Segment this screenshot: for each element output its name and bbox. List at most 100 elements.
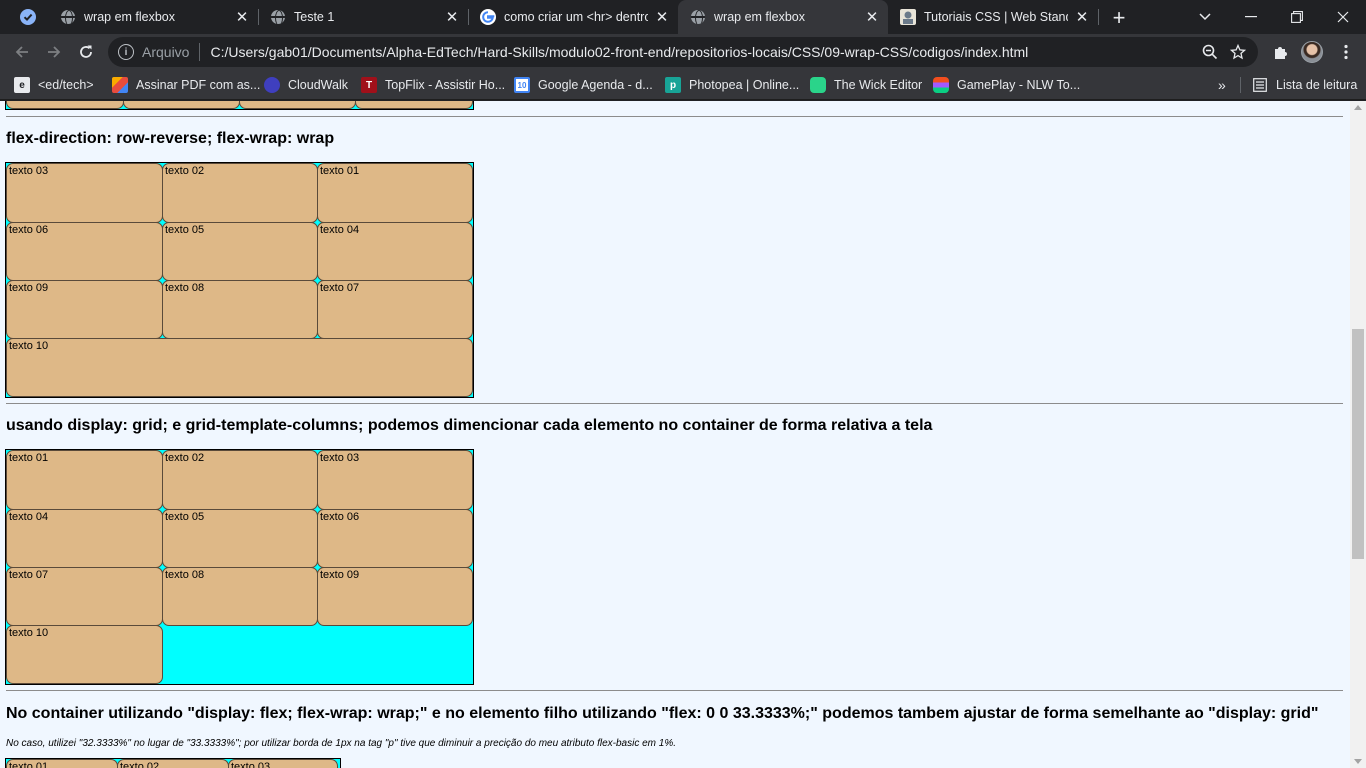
bookmark-topflix[interactable]: T TopFlix - Assistir Ho...: [361, 75, 505, 95]
close-icon[interactable]: ✕: [234, 9, 250, 26]
section-heading-row-reverse: flex-direction: row-reverse; flex-wrap: …: [6, 130, 335, 147]
bookmark-label: GamePlay - NLW To...: [957, 78, 1081, 92]
grid-item: texto 01: [6, 450, 163, 510]
reload-button[interactable]: [72, 38, 100, 66]
address-bar[interactable]: i Arquivo C:/Users/gab01/Documents/Alpha…: [108, 37, 1258, 67]
bookmarks-overflow-chevron-icon[interactable]: »: [1218, 75, 1226, 95]
bookmark-edtech[interactable]: e <ed/tech>: [14, 75, 94, 95]
divider: [6, 690, 1343, 691]
bookmark-cloudwalk[interactable]: CloudWalk: [264, 75, 348, 95]
menu-kebab-icon[interactable]: [1332, 38, 1360, 66]
bookmarks-bar: e <ed/tech> Assinar PDF com as... CloudW…: [0, 70, 1366, 100]
bookmark-photopea[interactable]: p Photopea | Online...: [665, 75, 799, 95]
grid-item: texto 05: [162, 509, 318, 568]
cloudwalk-icon: [264, 77, 280, 93]
previous-flex-container: [5, 101, 474, 110]
scroll-down-arrow-icon[interactable]: [1354, 759, 1362, 764]
flex-item: texto 03: [6, 163, 163, 223]
tab-search-button[interactable]: [0, 0, 46, 34]
tab-separator: [1098, 9, 1099, 25]
grid-item: texto 07: [6, 567, 163, 626]
tab-title: Tutoriais CSS | Web Standar: [924, 10, 1068, 24]
info-icon[interactable]: i: [118, 44, 134, 60]
scrollbar-thumb[interactable]: [1352, 329, 1364, 559]
page-viewport: flex-direction: row-reverse; flex-wrap: …: [0, 101, 1350, 768]
url-text[interactable]: C:/Users/gab01/Documents/Alpha-EdTech/Ha…: [210, 44, 1196, 60]
extensions-puzzle-icon[interactable]: [1266, 38, 1294, 66]
page-scrollbar[interactable]: [1350, 101, 1366, 768]
tab-search-dropdown-icon[interactable]: [1182, 0, 1228, 34]
section-heading-flex-basis: No container utilizando "display: flex; …: [6, 705, 1319, 722]
new-tab-button[interactable]: +: [1108, 5, 1130, 30]
grid-item: texto 04: [6, 509, 163, 568]
tab-1[interactable]: wrap em flexbox ✕: [48, 0, 258, 34]
bookmark-gameplay[interactable]: GamePlay - NLW To...: [933, 75, 1080, 95]
globe-icon: [270, 9, 286, 25]
tab-2[interactable]: Teste 1 ✕: [258, 0, 468, 34]
scroll-up-arrow-icon[interactable]: [1354, 105, 1362, 110]
figma-icon: [933, 77, 949, 93]
forward-button[interactable]: [40, 38, 68, 66]
tab-3[interactable]: como criar um <hr> dentro ✕: [468, 0, 678, 34]
tab-5[interactable]: Tutoriais CSS | Web Standar ✕: [888, 0, 1098, 34]
tab-title: como criar um <hr> dentro: [504, 10, 648, 24]
grid-item: texto 08: [162, 567, 318, 626]
grid-item: texto 09: [317, 567, 473, 626]
tab-search-icon: [20, 9, 36, 25]
reading-list-button[interactable]: Lista de leitura: [1252, 75, 1357, 95]
flex-item: texto 10: [6, 338, 473, 397]
flex-basis-item: texto 03: [228, 759, 338, 768]
grid-item: texto 10: [6, 625, 163, 684]
calendar-icon: 10: [514, 77, 530, 93]
globe-icon: [690, 9, 706, 25]
bookmark-assinar-pdf[interactable]: Assinar PDF com as...: [112, 75, 260, 95]
close-window-button[interactable]: [1320, 0, 1366, 34]
wick-editor-icon: [810, 77, 826, 93]
bookmark-star-icon[interactable]: [1224, 38, 1252, 66]
minimize-button[interactable]: [1228, 0, 1274, 34]
bookmark-label: TopFlix - Assistir Ho...: [385, 78, 506, 92]
flex-item: texto 08: [162, 280, 318, 339]
flex-item: texto 01: [317, 163, 473, 223]
photopea-icon: p: [665, 77, 681, 93]
grid-item: texto 06: [317, 509, 473, 568]
grid-item: texto 03: [317, 450, 473, 510]
bookmark-label: Photopea | Online...: [689, 78, 800, 92]
flex-item: texto 07: [317, 280, 473, 339]
grid-item: texto 02: [162, 450, 318, 510]
close-icon[interactable]: ✕: [654, 9, 670, 26]
flex-basis-item: texto 01: [6, 759, 118, 768]
previous-item: [239, 101, 356, 109]
bookmark-label: Google Agenda - d...: [538, 78, 653, 92]
tab-strip: wrap em flexbox ✕ Teste 1 ✕ como criar u…: [0, 0, 1366, 34]
flex-row-reverse-container: texto 03 texto 02 texto 01 texto 06 text…: [5, 162, 474, 398]
tab-title: wrap em flexbox: [84, 10, 176, 24]
previous-item: [123, 101, 240, 109]
close-icon[interactable]: ✕: [444, 9, 460, 26]
restore-button[interactable]: [1274, 0, 1320, 34]
pdf-icon: [112, 77, 128, 93]
flex-item: texto 09: [6, 280, 163, 339]
bookmarks-separator: [1240, 77, 1241, 93]
flex-item: texto 04: [317, 222, 473, 281]
zoom-icon[interactable]: [1196, 38, 1224, 66]
divider: [6, 403, 1343, 404]
globe-icon: [60, 9, 76, 25]
reading-list-label: Lista de leitura: [1276, 78, 1358, 92]
security-label: Arquivo: [142, 44, 190, 60]
previous-item: [6, 101, 124, 109]
close-icon[interactable]: ✕: [864, 9, 880, 26]
bookmark-google-agenda[interactable]: 10 Google Agenda - d...: [514, 75, 653, 95]
browser-toolbar: i Arquivo C:/Users/gab01/Documents/Alpha…: [0, 34, 1366, 70]
bookmark-wick-editor[interactable]: The Wick Editor: [810, 75, 922, 95]
profile-avatar[interactable]: [1301, 41, 1323, 63]
flex-basis-container: texto 01 texto 02 texto 03: [5, 758, 341, 768]
tab-4-active[interactable]: wrap em flexbox ✕: [678, 0, 888, 34]
bookmark-label: Assinar PDF com as...: [136, 78, 261, 92]
tab-title: Teste 1: [294, 10, 335, 24]
flex-item: texto 05: [162, 222, 318, 281]
tutorial-icon: [900, 9, 916, 25]
close-icon[interactable]: ✕: [1074, 9, 1090, 26]
back-button[interactable]: [8, 38, 36, 66]
omnibox-separator: [199, 43, 201, 61]
